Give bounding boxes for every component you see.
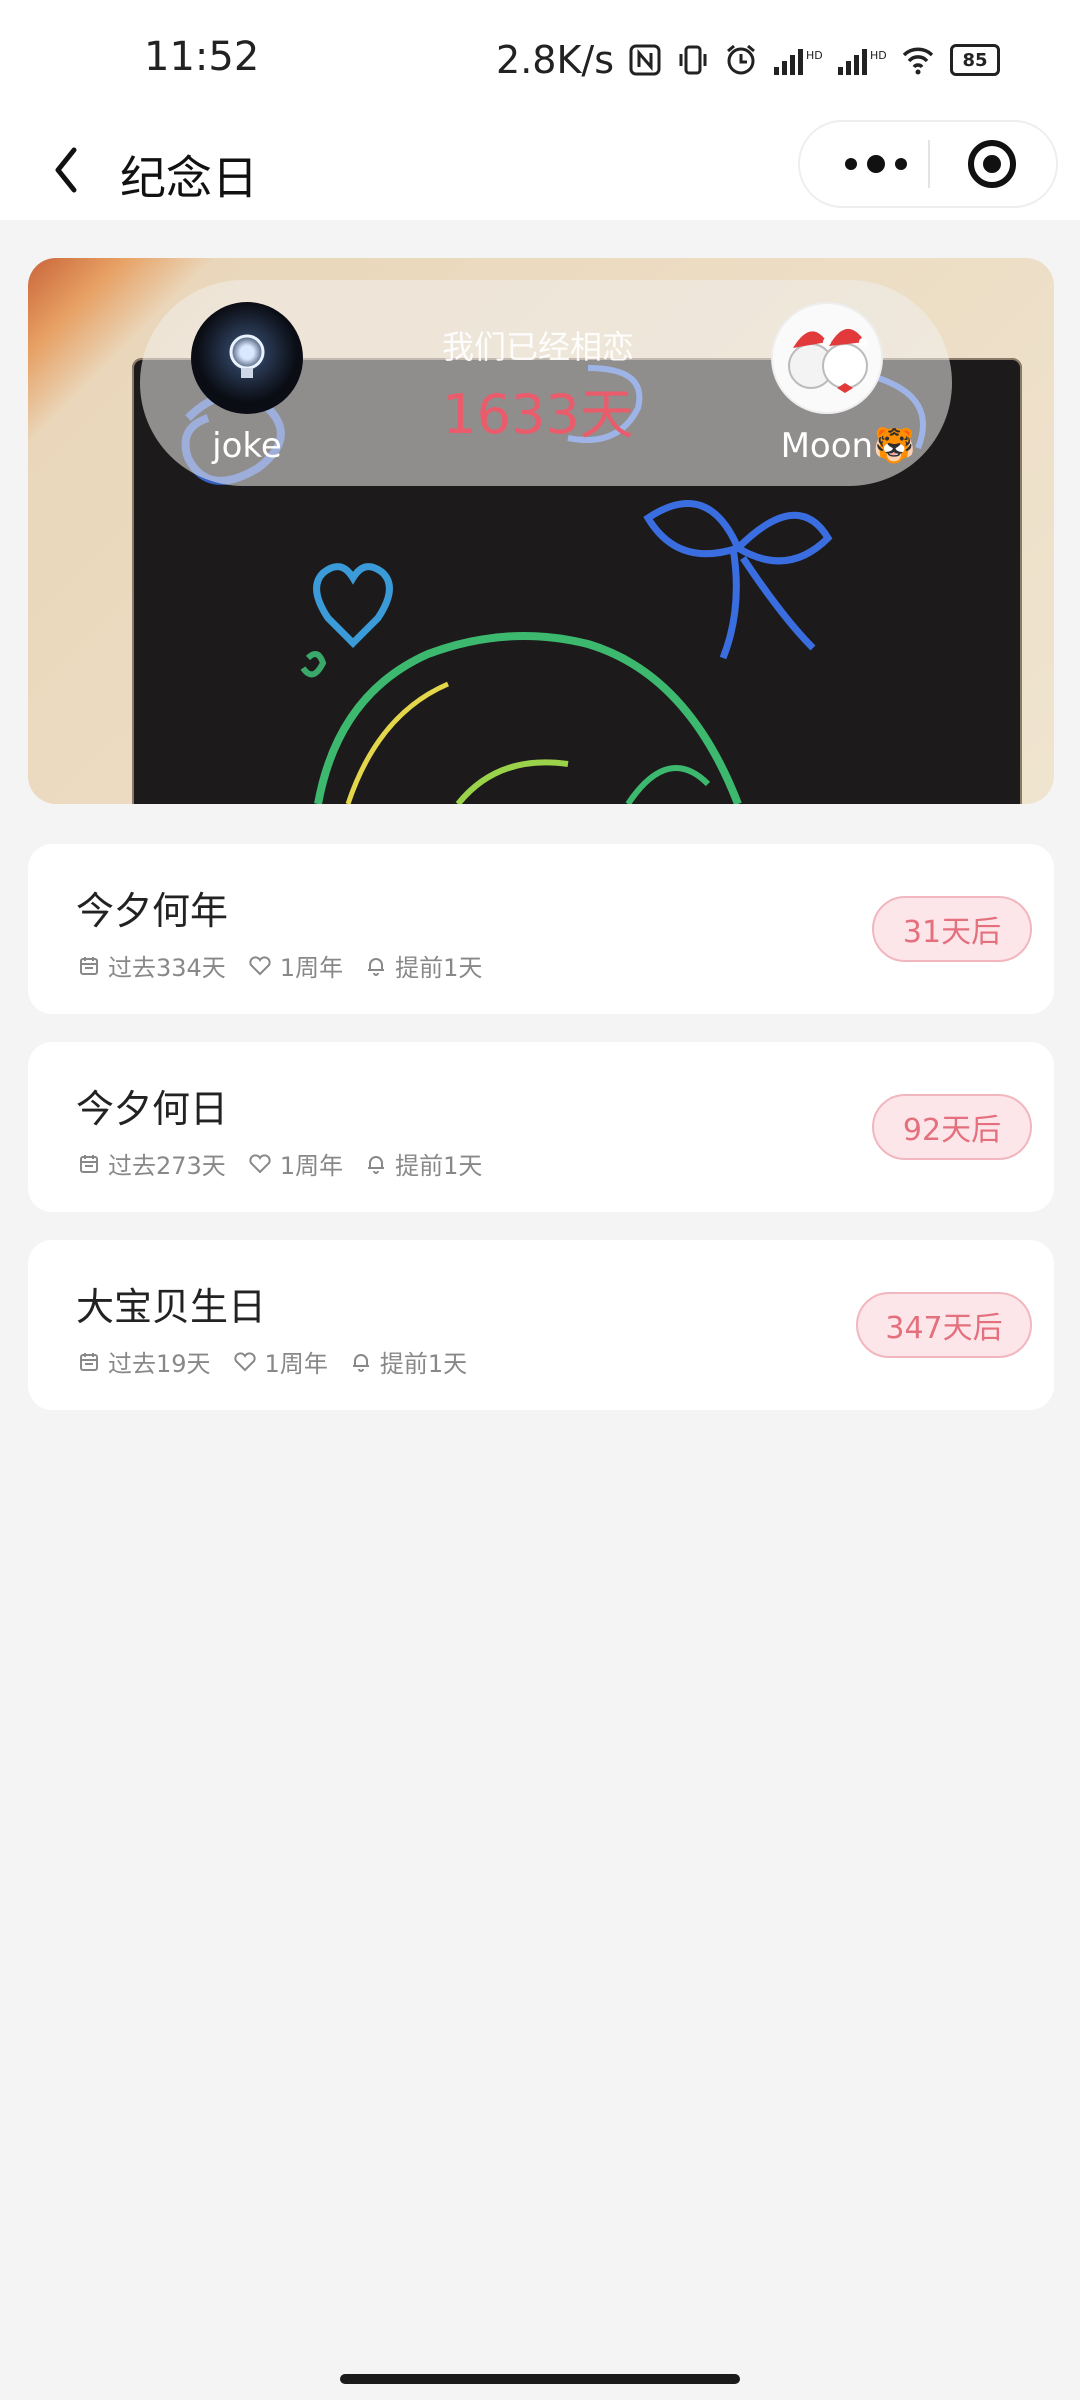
calendar-icon xyxy=(80,956,98,975)
anniversary-card[interactable]: 今夕何年 过去334天 1周年 提前1天 31天后 xyxy=(28,844,1054,1014)
partner-name-right: Moon🐯 xyxy=(780,426,916,466)
mini-program-capsule xyxy=(798,120,1058,208)
countdown-badge: 92天后 xyxy=(872,1094,1032,1160)
bell-icon xyxy=(368,957,385,976)
couple-banner: joke Moon🐯 我们已经相恋 1633天 xyxy=(28,258,1054,804)
heart-icon xyxy=(233,1351,256,1371)
nfc-icon xyxy=(629,44,661,76)
remind-label: 提前1天 xyxy=(379,1350,468,1378)
target-icon[interactable] xyxy=(968,140,1016,188)
heart-icon xyxy=(249,1153,271,1173)
anniversary-meta: 过去334天 1周年 提前1天 xyxy=(78,948,504,983)
svg-text:HD: HD xyxy=(806,49,822,62)
status-bar: 11:52 2.8K/s HD HD 85 xyxy=(0,0,1080,120)
page-title: 纪念日 xyxy=(120,151,258,205)
past-days: 过去19天 xyxy=(108,1350,211,1378)
status-time: 11:52 xyxy=(144,34,260,80)
signal-icon: HD xyxy=(774,49,822,75)
vibrate-icon xyxy=(679,45,707,75)
partner-name-left: joke xyxy=(212,426,282,466)
remind-label: 提前1天 xyxy=(395,954,483,982)
battery-icon: 85 xyxy=(950,44,1000,76)
together-label: 我们已经相恋 xyxy=(441,328,634,366)
countdown-badge: 31天后 xyxy=(872,896,1032,962)
calendar-icon xyxy=(80,1352,98,1371)
alarm-icon xyxy=(727,44,755,75)
anniversary-meta: 过去19天 1周年 提前1天 xyxy=(78,1344,489,1379)
svg-text:HD: HD xyxy=(870,49,886,62)
countdown-badge: 347天后 xyxy=(856,1292,1032,1358)
cycle-label: 1周年 xyxy=(264,1350,328,1378)
home-indicator[interactable] xyxy=(340,2374,740,2384)
avatar-right[interactable] xyxy=(771,302,883,414)
cycle-label: 1周年 xyxy=(279,1152,344,1180)
anniversary-card[interactable]: 今夕何日 过去273天 1周年 提前1天 92天后 xyxy=(28,1042,1054,1212)
calendar-icon xyxy=(80,1154,98,1173)
signal-icon: HD xyxy=(838,49,886,75)
cycle-label: 1周年 xyxy=(279,954,344,982)
bell-icon xyxy=(352,1353,369,1372)
status-icons: 2.8K/s HD HD 85 xyxy=(496,30,1000,90)
chevron-left-icon[interactable] xyxy=(40,130,100,210)
capsule-divider xyxy=(928,140,930,188)
anniversary-title: 今夕何年 xyxy=(76,889,229,933)
past-days: 过去334天 xyxy=(108,954,226,982)
past-days: 过去273天 xyxy=(108,1152,226,1180)
network-speed: 2.8K/s xyxy=(496,38,614,82)
bell-icon xyxy=(368,1155,385,1174)
remind-label: 提前1天 xyxy=(395,1152,483,1180)
anniversary-title: 今夕何日 xyxy=(76,1087,229,1131)
anniversary-card[interactable]: 大宝贝生日 过去19天 1周年 提前1天 347天后 xyxy=(28,1240,1054,1410)
anniversary-title: 大宝贝生日 xyxy=(76,1285,267,1329)
anniversary-meta: 过去273天 1周年 提前1天 xyxy=(78,1146,504,1181)
wifi-icon xyxy=(902,47,934,75)
together-days-count: 1633天 xyxy=(442,383,634,446)
heart-icon xyxy=(249,955,271,975)
avatar-left[interactable] xyxy=(191,302,303,414)
nav-bar: 纪念日 xyxy=(0,120,1080,220)
more-dots-icon[interactable] xyxy=(836,142,916,186)
